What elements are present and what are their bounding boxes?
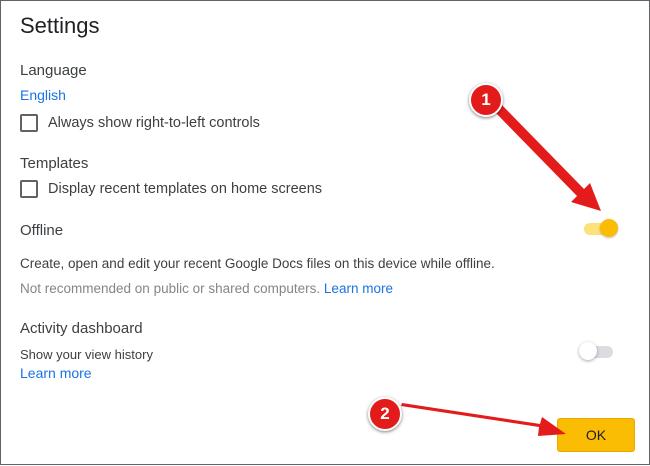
rtl-controls-checkbox[interactable] xyxy=(20,114,38,132)
activity-toggle[interactable] xyxy=(579,342,615,361)
ok-button[interactable]: OK xyxy=(557,418,635,452)
rtl-controls-label: Always show right-to-left controls xyxy=(48,115,260,131)
recent-templates-checkbox-row[interactable]: Display recent templates on home screens xyxy=(20,180,322,198)
annotation-badge-2: 2 xyxy=(368,397,402,431)
rtl-controls-checkbox-row[interactable]: Always show right-to-left controls xyxy=(20,114,260,132)
settings-dialog: Settings Language English Always show ri… xyxy=(0,0,650,465)
offline-note: Not recommended on public or shared comp… xyxy=(20,281,393,296)
recent-templates-label: Display recent templates on home screens xyxy=(48,181,323,197)
offline-heading: Offline xyxy=(20,222,64,239)
recent-templates-checkbox[interactable] xyxy=(20,180,38,198)
offline-note-text: Not recommended on public or shared comp… xyxy=(20,281,321,296)
annotation-arrows xyxy=(401,101,601,436)
activity-dashboard-heading: Activity dashboard xyxy=(20,320,143,337)
templates-heading: Templates xyxy=(20,155,89,172)
offline-toggle-knob xyxy=(600,219,618,237)
activity-learn-more-link[interactable]: Learn more xyxy=(20,365,92,381)
offline-description: Create, open and edit your recent Google… xyxy=(20,256,495,271)
annotation-arrow-2 xyxy=(401,403,566,436)
language-select-link[interactable]: English xyxy=(20,87,66,103)
activity-toggle-knob xyxy=(579,342,597,360)
dialog-title: Settings xyxy=(20,13,100,38)
annotation-badge-1: 1 xyxy=(469,83,503,117)
activity-description: Show your view history xyxy=(20,347,153,362)
offline-learn-more-link[interactable]: Learn more xyxy=(324,281,393,296)
offline-toggle[interactable] xyxy=(584,219,618,238)
language-heading: Language xyxy=(20,62,87,79)
annotation-arrow-1 xyxy=(491,101,601,211)
